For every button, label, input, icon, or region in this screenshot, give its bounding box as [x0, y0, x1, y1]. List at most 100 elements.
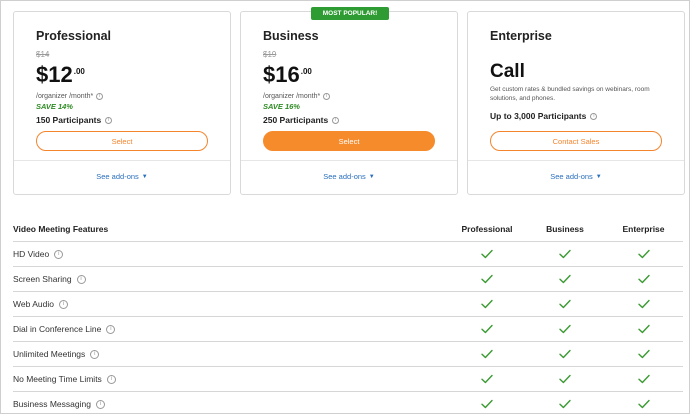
chevron-down-icon: ▼ — [368, 173, 375, 180]
column-header-business: Business — [546, 224, 584, 234]
price: $12 — [36, 62, 73, 87]
feature-name: No Meeting Time Limits i — [13, 374, 448, 384]
checkmark-icon — [637, 399, 650, 409]
feature-name: Unlimited Meetings i — [13, 349, 448, 359]
feature-label: Screen Sharing — [13, 274, 72, 284]
feature-cell-business — [526, 324, 604, 334]
info-icon[interactable]: i — [58, 299, 68, 309]
feature-cell-professional — [448, 349, 526, 359]
contact-sales-button[interactable]: Contact Sales — [490, 131, 662, 151]
checkmark-icon — [559, 324, 571, 334]
feature-cell-business — [526, 349, 604, 359]
info-icon[interactable]: i — [332, 116, 340, 124]
info-icon[interactable]: i — [106, 324, 116, 334]
participants-label: Up to 3,000 Participants — [490, 111, 587, 121]
info-icon[interactable]: i — [54, 249, 64, 259]
table-row: Screen Sharing i — [13, 267, 683, 292]
feature-label: No Meeting Time Limits — [13, 374, 102, 384]
feature-table: Video Meeting Features Professional Busi… — [13, 217, 683, 414]
see-addons-label: See add-ons — [550, 172, 593, 181]
savings-label: SAVE 14% — [36, 102, 73, 111]
feature-cell-professional — [448, 249, 526, 259]
feature-cell-professional — [448, 324, 526, 334]
table-row: Dial in Conference Line i — [13, 317, 683, 342]
plan-name: Business — [263, 29, 319, 43]
feature-cell-professional — [448, 399, 526, 409]
checkmark-icon — [559, 249, 571, 259]
price-cents: .00 — [300, 67, 312, 76]
price-period: /organizer /month* — [36, 92, 94, 100]
old-price: $14 — [36, 50, 50, 59]
plan-name: Professional — [36, 29, 112, 43]
plan-card-professional: Professional $14 $12 .00 /organizer /mon… — [13, 11, 231, 195]
info-icon[interactable]: i — [590, 112, 598, 120]
see-addons-link[interactable]: See add-ons ▼ — [241, 172, 457, 181]
divider — [241, 160, 457, 161]
table-row: Web Audio i — [13, 292, 683, 317]
price: $16 — [263, 62, 300, 87]
price: Call — [490, 61, 525, 82]
info-icon[interactable]: i — [106, 374, 116, 384]
feature-cell-business — [526, 374, 604, 384]
feature-name: Web Audio i — [13, 299, 448, 309]
checkmark-icon — [481, 249, 493, 259]
price-period: /organizer /month* — [263, 92, 321, 100]
feature-label: HD Video — [13, 249, 50, 259]
checkmark-icon — [559, 374, 571, 384]
table-row: No Meeting Time Limits i — [13, 367, 683, 392]
chevron-down-icon: ▼ — [595, 173, 602, 180]
info-icon[interactable]: i — [105, 116, 113, 124]
feature-cell-enterprise — [604, 374, 683, 384]
checkmark-icon — [559, 399, 571, 409]
feature-name: Dial in Conference Line i — [13, 324, 448, 334]
checkmark-icon — [481, 324, 493, 334]
feature-label: Unlimited Meetings — [13, 349, 86, 359]
feature-cell-professional — [448, 374, 526, 384]
table-row: Business Messaging i — [13, 392, 683, 414]
most-popular-badge: MOST POPULAR! — [311, 7, 389, 20]
checkmark-icon — [559, 274, 571, 284]
feature-cell-business — [526, 399, 604, 409]
table-row: HD Video i — [13, 242, 683, 267]
info-icon[interactable]: i — [76, 274, 86, 284]
feature-cell-professional — [448, 274, 526, 284]
info-icon[interactable]: i — [96, 92, 104, 100]
participants-label: 250 Participants — [263, 115, 329, 125]
feature-column-header: Video Meeting Features — [13, 224, 109, 234]
checkmark-icon — [481, 374, 493, 384]
checkmark-icon — [559, 349, 571, 359]
feature-cell-enterprise — [604, 299, 683, 309]
checkmark-icon — [481, 349, 493, 359]
see-addons-link[interactable]: See add-ons ▼ — [14, 172, 230, 181]
feature-cell-business — [526, 274, 604, 284]
column-header-enterprise: Enterprise — [622, 224, 665, 234]
chevron-down-icon: ▼ — [141, 173, 148, 180]
checkmark-icon — [559, 299, 571, 309]
checkmark-icon — [481, 274, 493, 284]
info-icon[interactable]: i — [323, 92, 331, 100]
participants-label: 150 Participants — [36, 115, 102, 125]
feature-name: Business Messaging i — [13, 399, 448, 409]
checkmark-icon — [637, 349, 650, 359]
table-body: HD Video i Screen Sharing i Web Audio i Dial i… — [13, 242, 683, 414]
info-icon[interactable]: i — [90, 349, 100, 359]
see-addons-label: See add-ons — [323, 172, 366, 181]
select-business-button[interactable]: Select — [263, 131, 435, 151]
feature-cell-enterprise — [604, 399, 683, 409]
feature-cell-enterprise — [604, 324, 683, 334]
feature-label: Dial in Conference Line — [13, 324, 102, 334]
feature-label: Web Audio — [13, 299, 54, 309]
checkmark-icon — [637, 324, 650, 334]
see-addons-link[interactable]: See add-ons ▼ — [468, 172, 684, 181]
plan-description: Get custom rates & bundled savings on we… — [490, 86, 650, 102]
feature-name: Screen Sharing i — [13, 274, 448, 284]
plan-card-enterprise: Enterprise Call Get custom rates & bundl… — [467, 11, 685, 195]
table-header: Video Meeting Features Professional Busi… — [13, 217, 683, 242]
checkmark-icon — [481, 299, 493, 309]
column-header-professional: Professional — [461, 224, 513, 234]
info-icon[interactable]: i — [95, 399, 105, 409]
feature-cell-business — [526, 299, 604, 309]
feature-label: Business Messaging — [13, 399, 91, 409]
see-addons-label: See add-ons — [96, 172, 139, 181]
select-professional-button[interactable]: Select — [36, 131, 208, 151]
